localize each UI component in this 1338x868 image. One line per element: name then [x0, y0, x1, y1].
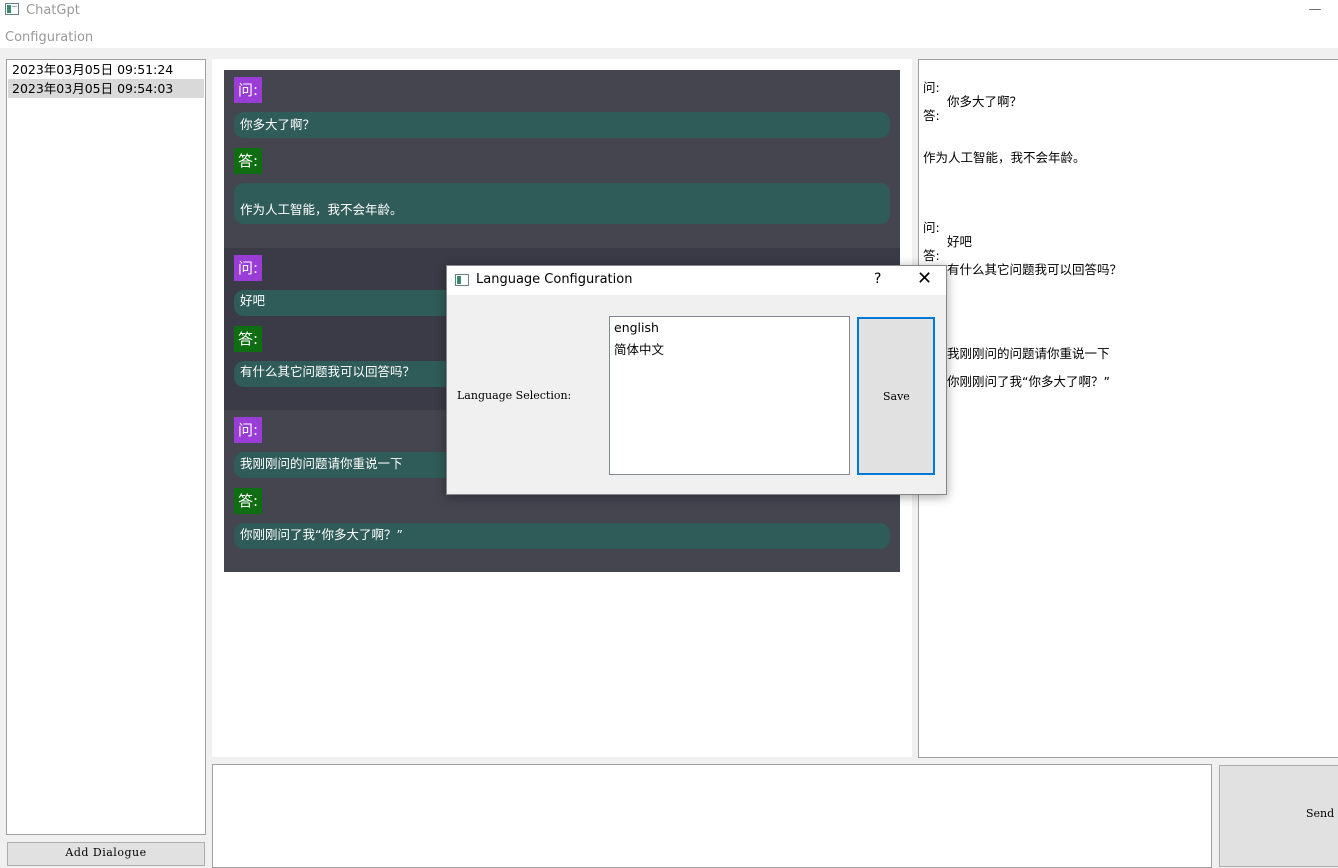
add-dialogue-button[interactable]: Add Dialogue — [7, 842, 205, 866]
transcript-answer: 你刚刚问了我“你多大了啊？” — [947, 374, 1110, 389]
menu-bar: Configuration — [0, 22, 1338, 48]
language-option-chinese[interactable]: 简体中文 — [614, 339, 664, 358]
title-bar: ChatGpt — — [0, 0, 1338, 22]
language-selection-label: Language Selection: — [457, 389, 572, 402]
transcript-question: 我刚刚问的问题请你重说一下 — [947, 346, 1110, 361]
message-input[interactable] — [212, 764, 1212, 868]
chat-exchange: 问: 你多大了啊？ 答: 作为人工智能，我不会年龄。 — [224, 70, 900, 248]
language-list[interactable]: english 简体中文 — [609, 316, 850, 475]
send-button[interactable]: Send — [1219, 765, 1338, 867]
language-config-dialog: Language Configuration ? ✕ Language Sele… — [446, 265, 947, 495]
window-title: ChatGpt — [26, 3, 80, 18]
transcript-question: 好吧 — [947, 234, 973, 249]
question-tag: 问: — [234, 255, 262, 281]
dialogue-item-selected[interactable]: 2023年03月05日 09:54:03 — [8, 79, 204, 98]
dialogue-item[interactable]: 2023年03月05日 09:51:24 — [8, 60, 204, 79]
answer-tag: 答: — [234, 148, 262, 174]
language-option-english[interactable]: english — [614, 320, 659, 335]
dialog-app-icon — [455, 274, 469, 286]
save-label: Save — [883, 390, 910, 403]
transcript-q-label: 问: — [923, 220, 940, 235]
answer-tag: 答: — [234, 326, 262, 352]
transcript-panel[interactable]: 问: 你多大了啊？ 答: 作为人工智能，我不会年龄。 问: 好吧 答: 有什么其… — [918, 59, 1338, 758]
close-icon[interactable]: ✕ — [917, 269, 932, 289]
transcript-a-label: 答: — [923, 248, 940, 263]
transcript-q-label: 问: — [923, 80, 940, 95]
dialog-title: Language Configuration — [476, 272, 633, 287]
transcript-question: 你多大了啊？ — [947, 94, 1023, 109]
menu-configuration[interactable]: Configuration — [5, 30, 93, 45]
help-button[interactable]: ? — [874, 271, 881, 287]
dialogue-list[interactable]: 2023年03月05日 09:51:24 2023年03月05日 09:54:0… — [6, 59, 206, 835]
question-tag: 问: — [234, 417, 262, 443]
answer-tag: 答: — [234, 488, 262, 514]
answer-bubble: 作为人工智能，我不会年龄。 — [234, 183, 890, 224]
dialog-title-bar: Language Configuration ? ✕ — [447, 266, 946, 295]
transcript-answer: 有什么其它问题我可以回答吗？ — [947, 262, 1123, 277]
transcript-a-label: 答: — [923, 108, 940, 123]
transcript-answer: 作为人工智能，我不会年龄。 — [923, 150, 1086, 165]
save-button[interactable]: Save — [857, 317, 935, 475]
question-tag: 问: — [234, 77, 262, 103]
minimize-button[interactable]: — — [1300, 0, 1330, 22]
send-label: Send — [1306, 807, 1335, 820]
question-bubble: 你多大了啊？ — [234, 112, 890, 138]
app-icon — [5, 3, 19, 15]
answer-bubble: 你刚刚问了我“你多大了啊？” — [234, 523, 890, 549]
